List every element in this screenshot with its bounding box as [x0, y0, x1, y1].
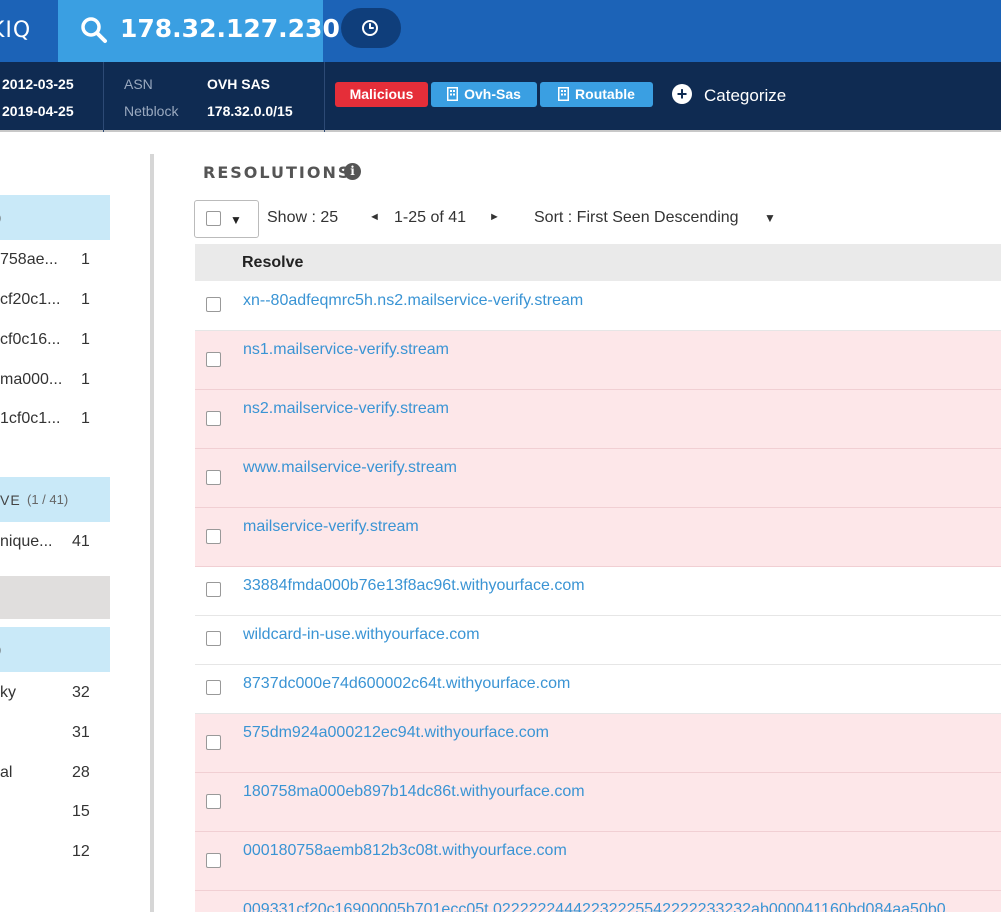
top-bar: KIQ 178.32.127.230	[0, 0, 1001, 62]
tag-ovh-sas[interactable]: Ovh-Sas	[431, 82, 537, 107]
panel-divider-scrollbar[interactable]	[150, 154, 154, 912]
facet-item[interactable]: 1cf0c1... 1	[0, 410, 110, 430]
building-icon	[558, 87, 570, 101]
table-row[interactable]: 009331cf20c16900005b701ecc05t.0222222444…	[195, 891, 1001, 912]
sort-caret-icon[interactable]: ▼	[764, 211, 776, 225]
facet-item[interactable]: 758ae... 1	[0, 251, 110, 271]
tag-label: Ovh-Sas	[464, 86, 521, 102]
row-checkbox[interactable]	[206, 411, 221, 426]
select-all-checkbox[interactable]	[206, 211, 221, 226]
table-row[interactable]: 8737dc000e74d600002c64t.withyourface.com	[195, 665, 1001, 714]
page-size-selector[interactable]: Show : 25	[267, 209, 338, 227]
facet-item[interactable]: 15	[0, 803, 110, 823]
results-toolbar: ▼ Show : 25 ◄ 1-25 of 41 ► Sort : First …	[194, 200, 1001, 238]
bulk-select-dropdown[interactable]: ▼	[194, 200, 259, 238]
facet-item[interactable]: 12	[0, 843, 110, 863]
resolve-link[interactable]: 33884fmda000b76e13f8ac96t.withyourface.c…	[243, 577, 585, 595]
next-page-icon[interactable]: ►	[489, 211, 500, 223]
facet-header-collapsed[interactable]	[0, 576, 110, 619]
tag-routable[interactable]: Routable	[540, 82, 653, 107]
row-checkbox[interactable]	[206, 529, 221, 544]
page-range: 1-25 of 41	[394, 209, 467, 226]
table-row[interactable]: 33884fmda000b76e13f8ac96t.withyourface.c…	[195, 567, 1001, 616]
caret-down-icon: ▼	[230, 213, 242, 227]
facet-item[interactable]: cf20c1... 1	[0, 291, 110, 311]
row-checkbox[interactable]	[206, 735, 221, 750]
row-checkbox[interactable]	[206, 297, 221, 312]
column-resolve[interactable]: Resolve	[242, 254, 303, 272]
row-checkbox[interactable]	[206, 582, 221, 597]
left-facet-panel: ) 758ae...1 cf20c1...1 cf0c16...1 ma000.…	[0, 134, 150, 912]
resolve-link[interactable]: mailservice-verify.stream	[243, 518, 419, 536]
netblock-value: 178.32.0.0/15	[207, 103, 293, 119]
facet-item[interactable]: 31	[0, 724, 110, 744]
search-box[interactable]: 178.32.127.230	[58, 0, 340, 62]
table-row[interactable]: www.mailservice-verify.stream	[195, 449, 1001, 508]
plus-circle-icon: +	[672, 84, 692, 104]
sort-selector[interactable]: Sort : First Seen Descending	[534, 209, 739, 227]
resolve-link[interactable]: 575dm924a000212ec94t.withyourface.com	[243, 724, 549, 742]
resolve-link[interactable]: ns2.mailservice-verify.stream	[243, 400, 449, 418]
table-row[interactable]: 575dm924a000212ec94t.withyourface.com	[195, 714, 1001, 773]
resolve-link[interactable]: ns1.mailservice-verify.stream	[243, 341, 449, 359]
row-checkbox[interactable]	[206, 794, 221, 809]
tag-malicious[interactable]: Malicious	[335, 82, 428, 107]
facet-item[interactable]: ma000... 1	[0, 371, 110, 391]
resolve-link[interactable]: 8737dc000e74d600002c64t.withyourface.com	[243, 675, 570, 693]
resolve-link[interactable]: wildcard-in-use.withyourface.com	[243, 626, 480, 644]
facet-header[interactable]: )	[0, 195, 110, 240]
facet-header[interactable]: VE (1 / 41)	[0, 477, 110, 522]
row-checkbox[interactable]	[206, 853, 221, 868]
facet-item[interactable]: ky 32	[0, 684, 110, 704]
building-icon	[447, 87, 459, 101]
prev-page-icon[interactable]: ◄	[369, 211, 380, 223]
tag-label: Routable	[575, 86, 635, 102]
table-row[interactable]: ns2.mailservice-verify.stream	[195, 390, 1001, 449]
resolve-link[interactable]: xn--80adfeqmrc5h.ns2.mailservice-verify.…	[243, 292, 583, 310]
section-title: RESOLUTIONS	[203, 163, 352, 182]
table-row[interactable]: xn--80adfeqmrc5h.ns2.mailservice-verify.…	[195, 282, 1001, 331]
table-row[interactable]: 180758ma000eb897b14dc86t.withyourface.co…	[195, 773, 1001, 832]
app-logo[interactable]: KIQ	[0, 18, 31, 43]
row-checkbox[interactable]	[206, 631, 221, 646]
table-row[interactable]: 000180758aemb812b3c08t.withyourface.com	[195, 832, 1001, 891]
facet-item[interactable]: al 28	[0, 764, 110, 784]
info-icon[interactable]: i	[344, 163, 361, 180]
search-icon	[81, 17, 107, 43]
resolve-link[interactable]: www.mailservice-verify.stream	[243, 459, 457, 477]
divider	[324, 62, 325, 132]
first-seen-date: 2012-03-25	[2, 76, 74, 92]
tag-label: Malicious	[349, 86, 414, 102]
search-value[interactable]: 178.32.127.230	[120, 14, 340, 43]
resolve-link[interactable]: 000180758aemb812b3c08t.withyourface.com	[243, 842, 567, 860]
netblock-label: Netblock	[124, 103, 179, 119]
divider	[103, 62, 104, 132]
facet-header[interactable]: )	[0, 627, 110, 672]
last-seen-date: 2019-04-25	[2, 103, 74, 119]
table-row[interactable]: ns1.mailservice-verify.stream	[195, 331, 1001, 390]
row-checkbox[interactable]	[206, 352, 221, 367]
table-header: Resolve	[195, 244, 1001, 281]
history-button[interactable]	[341, 8, 401, 48]
row-checkbox[interactable]	[206, 470, 221, 485]
categorize-label: Categorize	[704, 86, 787, 105]
facet-item[interactable]: cf0c16... 1	[0, 331, 110, 351]
asn-label: ASN	[124, 76, 153, 92]
facet-item[interactable]: nique... 41	[0, 533, 110, 553]
clock-icon	[362, 20, 378, 36]
row-checkbox[interactable]	[206, 680, 221, 695]
table-row[interactable]: wildcard-in-use.withyourface.com	[195, 616, 1001, 665]
resolve-link[interactable]: 009331cf20c16900005b701ecc05t.0222222444…	[243, 901, 946, 912]
table-row[interactable]: mailservice-verify.stream	[195, 508, 1001, 567]
resolve-link[interactable]: 180758ma000eb897b14dc86t.withyourface.co…	[243, 783, 585, 801]
asn-value: OVH SAS	[207, 76, 271, 92]
ip-summary-bar: 2012-03-25 2019-04-25 ASN OVH SAS Netblo…	[0, 62, 1001, 132]
